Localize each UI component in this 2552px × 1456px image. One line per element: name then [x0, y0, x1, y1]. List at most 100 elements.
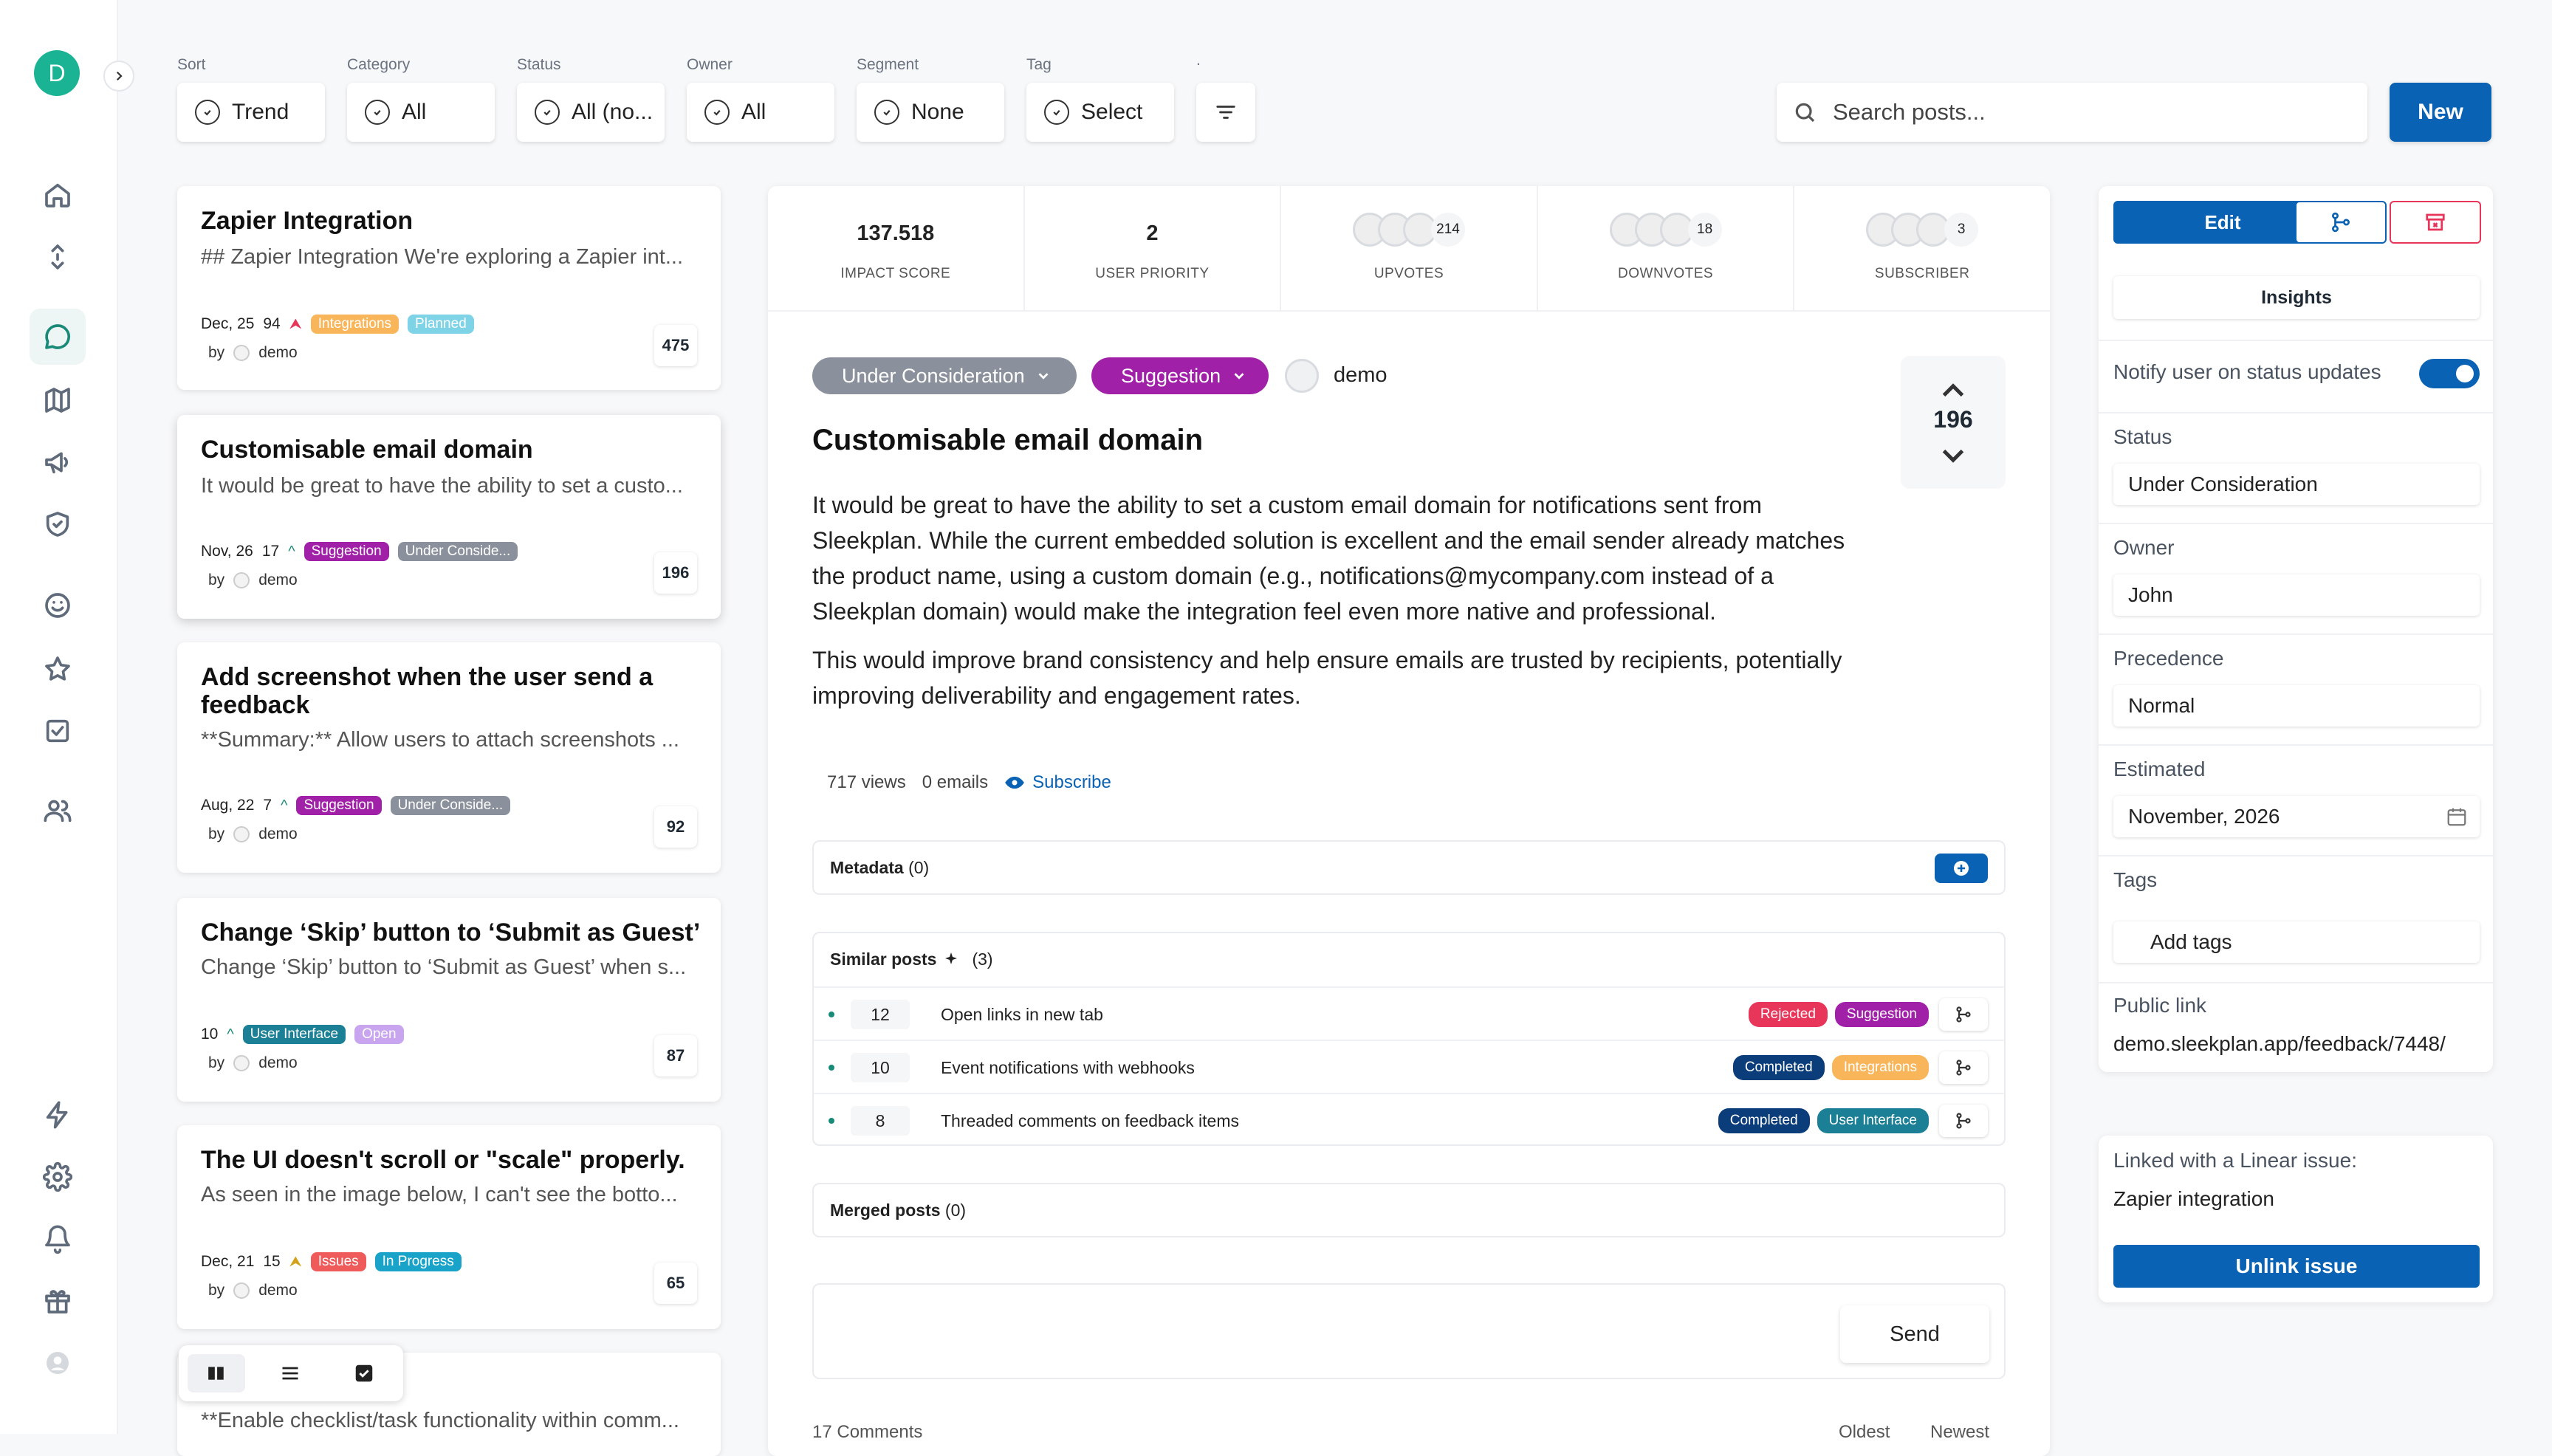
post-card-meta: Nov, 26 17 ^ Suggestion Under Conside...: [201, 542, 518, 561]
owner-select[interactable]: John: [2113, 574, 2480, 616]
estimated-date-picker[interactable]: November, 2026: [2113, 796, 2480, 837]
nav-settings[interactable]: [30, 1149, 86, 1205]
nav-roadmap[interactable]: [30, 372, 86, 428]
category-badge: Integrations: [1831, 1055, 1929, 1080]
subscribe-link[interactable]: Subscribe: [1004, 772, 1111, 793]
status-dropdown-label: Under Consideration: [842, 364, 1025, 387]
chevron-down-icon: [1038, 373, 1049, 380]
post-body-paragraph: It would be great to have the ability to…: [812, 492, 1845, 625]
category-badge: Suggestion: [296, 796, 382, 815]
category-dropdown[interactable]: Suggestion: [1091, 357, 1269, 394]
archive-button[interactable]: [2390, 201, 2481, 244]
gift-icon: [45, 1290, 70, 1314]
sort-oldest[interactable]: Oldest: [1839, 1422, 1890, 1443]
subscribe-label: Subscribe: [1032, 772, 1111, 792]
public-link[interactable]: demo.sleekplan.app/feedback/7448/: [2113, 1032, 2446, 1056]
upvote-button[interactable]: [1935, 378, 1972, 404]
similar-post-row[interactable]: 12 Open links in new tab Rejected Suggest…: [814, 986, 2004, 1041]
post-card-desc: **Summary:** Allow users to attach scree…: [201, 728, 679, 752]
category-badge: Integrations: [310, 315, 399, 334]
nav-integrations[interactable]: [30, 1087, 86, 1143]
similar-post-votes: 10: [851, 1053, 910, 1082]
category-filter[interactable]: All: [347, 83, 495, 142]
nav-reviews[interactable]: [30, 641, 86, 697]
owner-filter[interactable]: All: [687, 83, 834, 142]
subscriber-count: 3: [1944, 213, 1979, 247]
downvotes-stat[interactable]: 18 DOWNVOTES: [1538, 186, 1795, 310]
post-card-desc: ## Zapier Integration We're exploring a …: [201, 245, 684, 269]
add-metadata-button[interactable]: [1935, 854, 1988, 883]
unlink-issue-button[interactable]: Unlink issue: [2113, 1245, 2480, 1288]
sort-newest[interactable]: Newest: [1930, 1422, 1989, 1443]
post-card[interactable]: The UI doesn't scroll or "scale" properl…: [177, 1125, 721, 1329]
status-label: Status: [517, 56, 561, 73]
check-circle-icon: [365, 100, 390, 125]
similar-post-row[interactable]: 8 Threaded comments on feedback items Co…: [814, 1093, 2004, 1147]
tag-filter[interactable]: Select: [1026, 83, 1174, 142]
nav-tasks[interactable]: [30, 703, 86, 759]
status-filter[interactable]: All (no...: [517, 83, 665, 142]
divider: [2099, 982, 2493, 983]
segment-filter[interactable]: None: [857, 83, 1004, 142]
linear-issue-name[interactable]: Zapier integration: [2113, 1187, 2274, 1211]
divider: [2099, 340, 2493, 341]
workspace-avatar[interactable]: D: [34, 50, 80, 96]
merged-posts-section[interactable]: Merged posts (0): [812, 1183, 2006, 1237]
nav-users[interactable]: [30, 783, 86, 839]
downvote-button[interactable]: [1935, 446, 1972, 472]
expand-sidebar-button[interactable]: [103, 61, 134, 92]
metadata-section[interactable]: Metadata (0): [812, 840, 2006, 895]
status-select[interactable]: Under Consideration: [2113, 464, 2480, 505]
nav-notifications[interactable]: [30, 1211, 86, 1267]
new-post-button[interactable]: New: [2390, 83, 2491, 142]
checkbox-icon: [46, 719, 69, 743]
notify-toggle[interactable]: [2419, 359, 2480, 388]
comment-input[interactable]: Send: [812, 1283, 2006, 1379]
similar-post-row[interactable]: 10 Event notifications with webhooks Com…: [814, 1040, 2004, 1094]
post-author-name[interactable]: demo: [1334, 363, 1388, 388]
merge-button[interactable]: [1939, 1051, 1988, 1084]
post-stats: 137.518 IMPACT SCORE 2 USER PRIORITY 214…: [768, 186, 2050, 312]
upvotes-stat[interactable]: 214 UPVOTES: [1281, 186, 1538, 310]
insights-button[interactable]: Insights: [2113, 276, 2480, 319]
nav-feedback[interactable]: [30, 309, 86, 365]
author-name: demo: [258, 825, 298, 842]
post-card[interactable]: Zapier Integration ## Zapier Integration…: [177, 186, 721, 390]
add-tags-button[interactable]: Add tags: [2113, 921, 2480, 963]
send-button[interactable]: Send: [1840, 1305, 1989, 1363]
author-avatar[interactable]: [1285, 359, 1319, 393]
post-card-meta: Dec, 25 94 ⮝ Integrations Planned: [201, 315, 474, 334]
more-filters-button[interactable]: [1196, 83, 1255, 142]
merge-post-button[interactable]: [2295, 201, 2387, 244]
merge-button[interactable]: [1939, 1105, 1988, 1137]
post-card-selected[interactable]: Customisable email domain It would be gr…: [177, 415, 721, 619]
nav-account[interactable]: [30, 1335, 86, 1391]
list-view-button[interactable]: [261, 1354, 319, 1393]
status-value: All (no...: [572, 100, 654, 124]
search-input[interactable]: Search posts...: [1777, 83, 2367, 142]
similar-post-votes: 12: [851, 1000, 910, 1029]
sort-filter[interactable]: Trend: [177, 83, 325, 142]
status-dropdown[interactable]: Under Consideration: [812, 357, 1077, 394]
post-card[interactable]: Change ‘Skip’ button to ‘Submit as Guest…: [177, 898, 721, 1102]
post-card[interactable]: Add screenshot when the user send a feed…: [177, 642, 721, 873]
divider: [2099, 633, 2493, 635]
nav-moderation[interactable]: [30, 496, 86, 552]
nav-satisfaction[interactable]: [30, 577, 86, 633]
similar-post-title: Threaded comments on feedback items: [941, 1110, 1239, 1130]
nav-home[interactable]: [30, 167, 86, 223]
git-branch-icon: [1956, 1006, 1971, 1023]
task-view-button[interactable]: [335, 1354, 393, 1393]
post-count: 65: [654, 1263, 697, 1304]
nav-changelog[interactable]: [30, 434, 86, 490]
precedence-select[interactable]: Normal: [2113, 685, 2480, 727]
similar-posts-title: Similar posts (3): [830, 950, 993, 969]
nav-whats-new[interactable]: [30, 1273, 86, 1329]
subscriber-stat[interactable]: 3 SUBSCRIBER: [1794, 186, 2050, 310]
users-icon: [44, 800, 72, 823]
nav-roadmap-sort[interactable]: [30, 229, 86, 285]
split-view-button[interactable]: [188, 1354, 245, 1393]
post-author: by demo: [208, 344, 298, 362]
merge-button[interactable]: [1939, 998, 1988, 1031]
post-card-desc: Change ‘Skip’ button to ‘Submit as Guest…: [201, 955, 687, 979]
